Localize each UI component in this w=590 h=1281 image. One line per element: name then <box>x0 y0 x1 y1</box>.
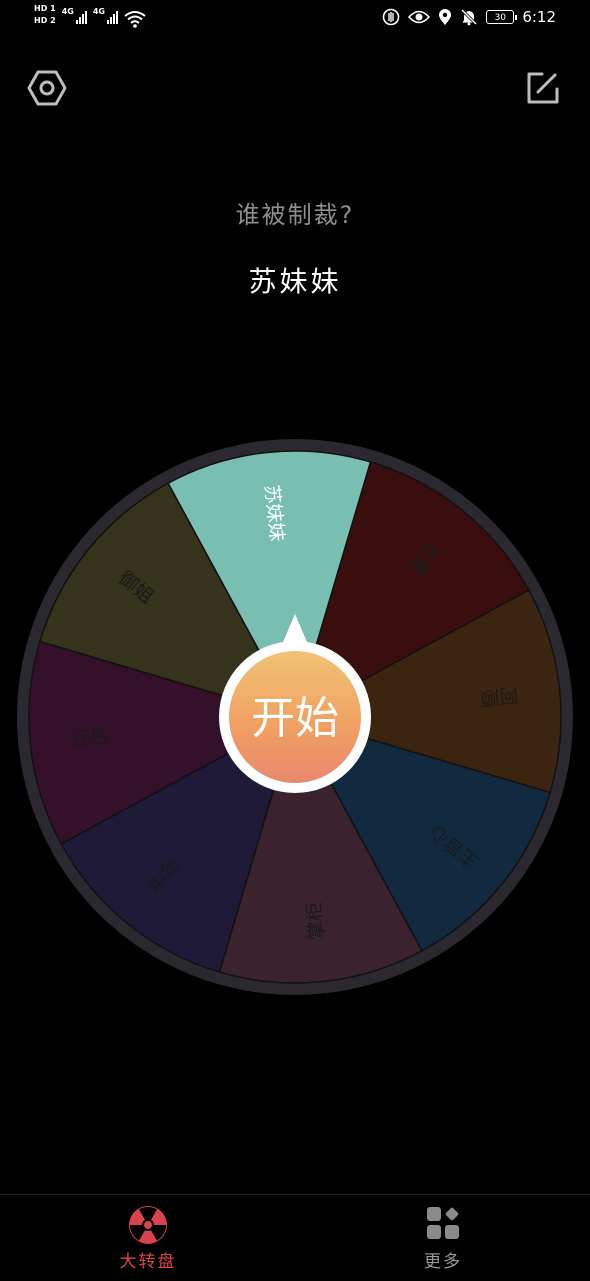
grid-icon <box>427 1207 459 1239</box>
signal-bars-icon <box>75 8 87 24</box>
tab-more[interactable]: 更多 <box>373 1195 513 1281</box>
radiation-wheel-icon <box>129 1206 167 1244</box>
eye-icon <box>408 10 431 24</box>
location-icon <box>439 9 452 25</box>
signal-1: 4G <box>62 8 87 24</box>
tab-wheel[interactable]: 大转盘 <box>78 1195 218 1281</box>
net1-label: 4G <box>61 7 74 16</box>
wheel-segment-label: 掌柜 <box>303 901 329 941</box>
tab-more-label: 更多 <box>424 1252 462 1272</box>
status-right: 30 6:12 <box>382 8 556 26</box>
status-bar: HD 1 HD 2 4G 4G 30 6:12 <box>0 0 590 40</box>
clock: 6:12 <box>522 8 556 26</box>
sim-labels: HD 1 HD 2 <box>34 4 56 26</box>
edit-icon <box>527 72 559 104</box>
spin-wheel[interactable]: 苏妹妹老曹阿顺主旨心掌柜中华连胜御姐 开始 <box>15 437 575 997</box>
battery-icon: 30 <box>486 10 518 24</box>
start-button-label[interactable]: 开始 <box>251 693 339 744</box>
edit-button[interactable] <box>522 68 562 108</box>
settings-button[interactable] <box>27 68 67 108</box>
mute-bell-icon <box>461 8 478 26</box>
wifi-icon <box>124 11 146 28</box>
hexagon-gear-icon <box>27 70 67 106</box>
bottom-tab-bar: 大转盘 更多 <box>0 1194 590 1281</box>
tab-wheel-label: 大转盘 <box>119 1252 177 1272</box>
question-title: 谁被制裁? <box>235 201 355 229</box>
wheel-segment-label: 阿顺 <box>479 683 519 709</box>
result-text: 苏妹妹 <box>248 265 342 298</box>
signal-bars-icon <box>106 8 118 24</box>
signal-2: 4G <box>93 8 118 24</box>
sim2-label: HD 2 <box>34 16 56 25</box>
sim1-label: HD 1 <box>34 4 56 13</box>
wheel-segment-label: 连胜 <box>71 725 111 751</box>
data-saver-icon <box>383 8 400 26</box>
status-left: HD 1 HD 2 4G 4G <box>34 4 146 28</box>
net2-label: 4G <box>92 7 105 16</box>
